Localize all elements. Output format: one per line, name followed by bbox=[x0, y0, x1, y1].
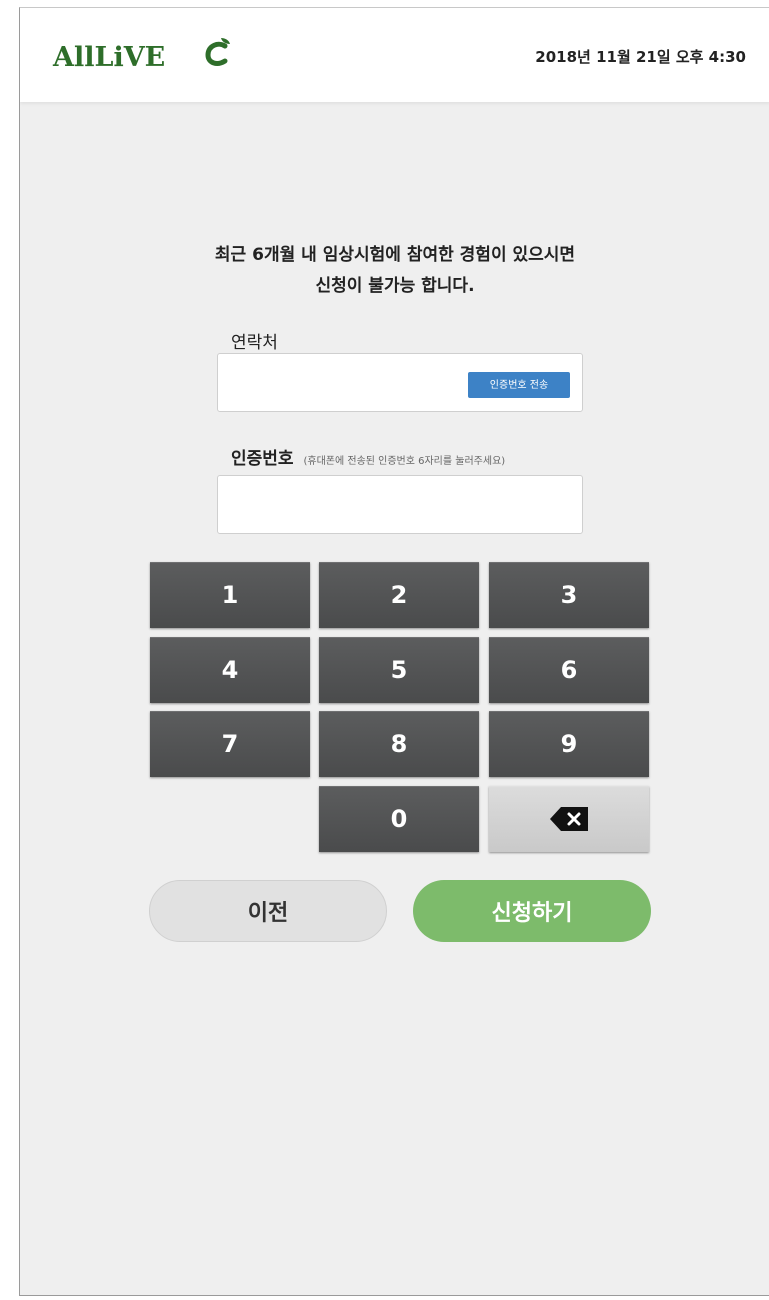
apply-button[interactable]: 신청하기 bbox=[413, 880, 651, 942]
keypad-key-5[interactable]: 5 bbox=[319, 637, 479, 703]
send-code-button[interactable]: 인증번호 전송 bbox=[468, 372, 570, 398]
keypad-delete-key[interactable] bbox=[489, 786, 649, 852]
contact-label: 연락처 bbox=[231, 333, 278, 353]
app-logo: AllLiVE bbox=[53, 38, 230, 73]
eligibility-notice: 최근 6개월 내 임상시험에 참여한 경험이 있으시면 신청이 불가능 합니다. bbox=[20, 240, 769, 302]
backspace-icon bbox=[550, 807, 588, 831]
notice-line-2: 신청이 불가능 합니다. bbox=[315, 276, 475, 296]
keypad-key-1[interactable]: 1 bbox=[150, 562, 310, 628]
keypad-key-8[interactable]: 8 bbox=[319, 711, 479, 777]
contact-input[interactable]: 인증번호 전송 bbox=[217, 353, 583, 412]
verification-code-input[interactable] bbox=[217, 475, 583, 534]
keypad-key-3[interactable]: 3 bbox=[489, 562, 649, 628]
keypad-key-2[interactable]: 2 bbox=[319, 562, 479, 628]
app-frame: AllLiVE 2018년 11월 21일 오후 4:30 최근 6개월 내 임… bbox=[19, 7, 769, 1296]
previous-button[interactable]: 이전 bbox=[149, 880, 387, 942]
header: AllLiVE 2018년 11월 21일 오후 4:30 bbox=[20, 8, 769, 102]
notice-line-1: 최근 6개월 내 임상시험에 참여한 경험이 있으시면 bbox=[214, 245, 576, 265]
verification-label-group: 인증번호 (휴대폰에 전송된 인증번호 6자리를 눌러주세요) bbox=[231, 444, 505, 469]
header-datetime: 2018년 11월 21일 오후 4:30 bbox=[535, 48, 746, 66]
verification-hint: (휴대폰에 전송된 인증번호 6자리를 눌러주세요) bbox=[303, 456, 506, 467]
keypad-key-9[interactable]: 9 bbox=[489, 711, 649, 777]
keypad-key-6[interactable]: 6 bbox=[489, 637, 649, 703]
verification-label: 인증번호 bbox=[231, 449, 294, 469]
keypad-key-7[interactable]: 7 bbox=[150, 711, 310, 777]
keypad-key-0[interactable]: 0 bbox=[319, 786, 479, 852]
keypad-key-4[interactable]: 4 bbox=[150, 637, 310, 703]
logo-mark-icon bbox=[205, 38, 230, 66]
